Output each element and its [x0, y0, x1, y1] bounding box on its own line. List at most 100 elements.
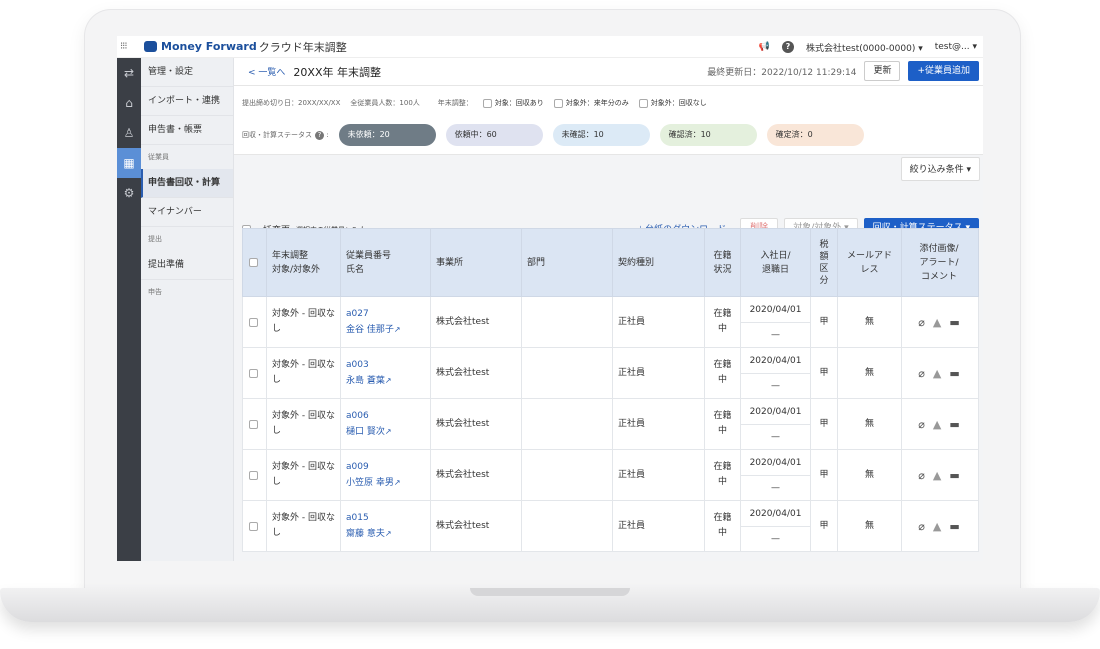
adjust-cell: 対象外 - 回収な し [267, 450, 341, 500]
external-link-icon[interactable]: ↗ [394, 478, 401, 487]
external-link-icon[interactable]: ↗ [394, 325, 401, 334]
leave-date: — [771, 381, 780, 391]
join-date: 2020/04/01 [741, 399, 810, 425]
row-checkbox[interactable] [248, 521, 258, 531]
checkbox[interactable] [638, 98, 648, 108]
employee-number-link[interactable]: a015 [346, 511, 369, 526]
back-link[interactable]: < 一覧へ [248, 65, 285, 78]
user-menu[interactable]: test@... ▾ [935, 42, 977, 52]
attach-cell: ⌀ ▲ ▬ [902, 501, 976, 551]
attach-cell: ⌀ ▲ ▬ [902, 450, 976, 500]
dept-cell [522, 450, 613, 500]
col-employee: 従業員番号 氏名 [341, 229, 431, 296]
help-icon[interactable]: ? [315, 131, 324, 140]
sidebar-item-collection[interactable]: 申告書回収・計算 [141, 169, 233, 198]
col-mail: メールアド レス [838, 229, 902, 296]
add-employee-button[interactable]: +従業員追加 [908, 61, 979, 81]
filter-nonnext[interactable]: 対象外：来年分のみ [553, 98, 629, 108]
select-all-checkbox[interactable] [248, 258, 258, 267]
gear-icon[interactable]: ⚙ [117, 178, 141, 208]
filter-target[interactable]: 対象：回収あり [482, 98, 544, 108]
employee-name-link[interactable]: 金谷 佳那子 [346, 325, 394, 335]
app-grid-icon[interactable]: ⁝⁝⁝ [120, 41, 134, 52]
logo-mark-icon [144, 41, 157, 52]
office-cell: 株式会社test [431, 399, 522, 449]
attach-cell: ⌀ ▲ ▬ [902, 399, 976, 449]
tax-cell: 甲 [811, 297, 838, 347]
tax-cell: 甲 [811, 348, 838, 398]
employee-cell: a009 小笠原 幸男↗ [341, 450, 431, 500]
row-checkbox[interactable] [248, 419, 258, 429]
row-checkbox[interactable] [248, 368, 258, 378]
sidebar-item-import[interactable]: インポート・連携 [141, 87, 233, 116]
alert-icon[interactable]: ▲ [933, 519, 941, 534]
status-pill-confirmed[interactable]: 確認済：10 [659, 124, 757, 146]
comment-icon[interactable]: ▬ [949, 417, 959, 432]
calculator-icon[interactable]: ▦ [117, 148, 141, 178]
alert-icon[interactable]: ▲ [933, 468, 941, 483]
paperclip-icon[interactable]: ⌀ [918, 468, 925, 483]
filter-panel: 提出締め切り日：20XX/XX/XX 全従業員人数：100人 年末調整： 対象：… [234, 86, 983, 155]
refresh-button[interactable]: 更新 [864, 61, 901, 81]
checkbox[interactable] [482, 98, 492, 108]
narrow-filter-button[interactable]: 絞り込み条件 ▾ [900, 157, 980, 181]
sidebar-item-mynumber[interactable]: マイナンバー [141, 198, 233, 227]
comment-icon[interactable]: ▬ [949, 366, 959, 381]
table-row[interactable]: 対象外 - 回収な し a006 樋口 賢次↗ 株式会社test 正社員 在籍 中 2020… [242, 399, 979, 450]
alert-icon[interactable]: ▲ [933, 366, 941, 381]
employee-name-link[interactable]: 齋藤 意夫 [346, 529, 385, 539]
person-icon[interactable]: ♙ [117, 118, 141, 148]
home-icon[interactable]: ⌂ [117, 88, 141, 118]
row-checkbox-cell [243, 501, 267, 551]
employee-name-link[interactable]: 永島 蒼葉 [346, 376, 385, 386]
table-row[interactable]: 対象外 - 回収な し a027 金谷 佳那子↗ 株式会社test 正社員 在籍 中 202… [242, 297, 979, 348]
status-pill-requesting[interactable]: 依頼中：60 [445, 124, 543, 146]
alert-icon[interactable]: ▲ [933, 417, 941, 432]
table-row[interactable]: 対象外 - 回収な し a015 齋藤 意夫↗ 株式会社test 正社員 在籍 中 2020… [242, 501, 979, 552]
table-row[interactable]: 対象外 - 回収な し a009 小笠原 幸男↗ 株式会社test 正社員 在籍 中 202… [242, 450, 979, 501]
paperclip-icon[interactable]: ⌀ [918, 366, 925, 381]
paperclip-icon[interactable]: ⌀ [918, 519, 925, 534]
status-pill-unrequested[interactable]: 未依頼：20 [338, 124, 436, 146]
filter-noncollect[interactable]: 対象外：回収なし [638, 98, 707, 108]
external-link-icon[interactable]: ↗ [385, 427, 392, 436]
employee-name-wrap: 齋藤 意夫↗ [346, 526, 392, 542]
paperclip-icon[interactable]: ⌀ [918, 417, 925, 432]
status-pill-finalized[interactable]: 確定済：0 [766, 124, 864, 146]
alert-icon[interactable]: ▲ [933, 315, 941, 330]
external-link-icon[interactable]: ↗ [385, 529, 392, 538]
col-contract: 契約種別 [613, 229, 705, 296]
sidebar-item-settings[interactable]: 管理・設定 [141, 58, 233, 87]
sidebar-group-employee: 従業員 [148, 153, 169, 161]
megaphone-icon[interactable]: 📢 [759, 42, 770, 52]
join-date: 2020/04/01 [741, 348, 810, 374]
checkbox[interactable] [553, 98, 563, 108]
top-right: 📢 ? 株式会社test(0000-0000) ▾ test@... ▾ [759, 36, 977, 58]
employee-number-link[interactable]: a006 [346, 409, 369, 424]
row-checkbox[interactable] [248, 470, 258, 480]
sidebar-item-forms[interactable]: 申告書・帳票 [141, 116, 233, 145]
sidebar-item-prepare[interactable]: 提出準備 [141, 251, 233, 280]
row-checkbox[interactable] [248, 317, 258, 327]
comment-icon[interactable]: ▬ [949, 519, 959, 534]
help-icon[interactable]: ? [781, 41, 794, 53]
tax-cell: 甲 [811, 450, 838, 500]
paperclip-icon[interactable]: ⌀ [918, 315, 925, 330]
comment-icon[interactable]: ▬ [949, 468, 959, 483]
employee-name-link[interactable]: 小笠原 幸男 [346, 478, 394, 488]
logo: Money Forward クラウド年末調整 [144, 39, 347, 55]
table-row[interactable]: 対象外 - 回収な し a003 永島 蒼葉↗ 株式会社test 正社員 在籍 中 2020… [242, 348, 979, 399]
employee-number-link[interactable]: a003 [346, 358, 369, 373]
employee-cell: a027 金谷 佳那子↗ [341, 297, 431, 347]
external-link-icon[interactable]: ↗ [385, 376, 392, 385]
contract-cell: 正社員 [613, 348, 705, 398]
deadline-text: 提出締め切り日：20XX/XX/XX [242, 99, 341, 107]
filter-nonnext-label: 対象外：来年分のみ [565, 99, 629, 107]
company-selector[interactable]: 株式会社test(0000-0000) ▾ [806, 41, 923, 54]
status-pill-unconfirmed[interactable]: 未確認：10 [552, 124, 650, 146]
comment-icon[interactable]: ▬ [949, 315, 959, 330]
employee-number-link[interactable]: a027 [346, 307, 369, 322]
employee-number-link[interactable]: a009 [346, 460, 369, 475]
employee-name-link[interactable]: 樋口 賢次 [346, 427, 385, 437]
switch-icon[interactable]: ⇄ [117, 58, 141, 88]
